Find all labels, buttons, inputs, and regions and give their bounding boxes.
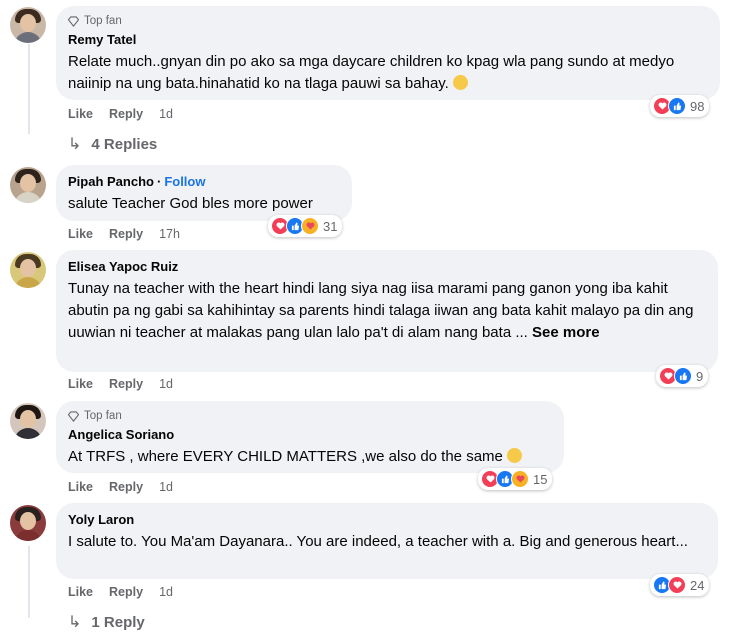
comment-actions: Like Reply 17h [68, 226, 180, 242]
avatar[interactable] [10, 167, 46, 203]
like-icon [668, 97, 686, 115]
reaction-count: 9 [696, 368, 704, 384]
avatar[interactable] [10, 7, 46, 43]
replies-label: 1 Reply [91, 613, 145, 631]
comment-bubble: Elisea Yapoc Ruiz Tunay na teacher with … [56, 250, 718, 372]
timestamp[interactable]: 1d [159, 107, 173, 121]
reply-arrow-icon: ↳ [68, 136, 82, 153]
reply-link[interactable]: Reply [109, 480, 143, 494]
commenter-name[interactable]: Pipah Pancho [68, 174, 154, 189]
timestamp[interactable]: 17h [159, 227, 180, 241]
comment-bubble: Yoly Laron I salute to. You Ma'am Dayana… [56, 503, 718, 579]
view-replies-link[interactable]: ↳ 1 Reply [68, 612, 145, 632]
top-fan-badge: Top fan [68, 14, 708, 28]
like-icon [674, 367, 692, 385]
reaction-summary[interactable]: 15 [478, 468, 553, 490]
comment-actions: Like Reply 1d [68, 479, 173, 495]
commenter-name-row: Pipah Pancho · Follow [68, 174, 206, 189]
reaction-count: 98 [690, 98, 705, 114]
care-icon [511, 470, 529, 488]
reply-link[interactable]: Reply [109, 107, 143, 121]
comment-text: salute Teacher God bles more power [68, 195, 313, 212]
smile-emoji-icon [507, 448, 523, 463]
timestamp[interactable]: 1d [159, 585, 173, 599]
top-fan-badge: Top fan [68, 409, 552, 423]
comment-actions: Like Reply 1d [68, 584, 173, 600]
timestamp[interactable]: 1d [159, 377, 173, 391]
comment-actions: Like Reply 1d [68, 106, 173, 122]
like-link[interactable]: Like [68, 377, 93, 391]
like-link[interactable]: Like [68, 480, 93, 494]
comment-bubble: Top fan Remy Tatel Relate much..gnyan di… [56, 6, 720, 100]
avatar[interactable] [10, 505, 46, 541]
diamond-icon [68, 15, 79, 27]
comment-bubble: Pipah Pancho · Follow salute Teacher God b… [56, 165, 352, 221]
reply-link[interactable]: Reply [109, 227, 143, 241]
replies-label: 4 Replies [91, 135, 158, 153]
love-icon [668, 576, 686, 594]
view-replies-link[interactable]: ↳ 4 Replies [68, 134, 157, 154]
like-link[interactable]: Like [68, 107, 93, 121]
reaction-summary[interactable]: 24 [650, 574, 710, 596]
comment-text: Relate much..gnyan din po ako sa mga day… [68, 53, 675, 92]
reply-link[interactable]: Reply [109, 585, 143, 599]
reply-arrow-icon: ↳ [68, 614, 82, 631]
comment-text: Tunay na teacher with the heart hindi la… [68, 280, 694, 341]
comment-text: At TRFS , where EVERY CHILD MATTERS ,we … [68, 446, 552, 468]
reaction-count: 15 [533, 471, 548, 487]
avatar[interactable] [10, 252, 46, 288]
like-link[interactable]: Like [68, 227, 93, 241]
reaction-summary[interactable]: 31 [268, 215, 343, 237]
timestamp[interactable]: 1d [159, 480, 173, 494]
commenter-name[interactable]: Elisea Yapoc Ruiz [68, 258, 706, 276]
like-link[interactable]: Like [68, 585, 93, 599]
thread-line [28, 546, 30, 618]
comment-bubble: Top fan Angelica Soriano At TRFS , where… [56, 401, 564, 473]
commenter-name[interactable]: Remy Tatel [68, 31, 708, 49]
commenter-name[interactable]: Yoly Laron [68, 511, 706, 529]
reaction-summary[interactable]: 98 [650, 95, 710, 117]
top-fan-label: Top fan [84, 410, 122, 422]
care-icon [301, 217, 319, 235]
reaction-count: 31 [323, 218, 338, 234]
comment-text: I salute to. You Ma'am Dayanara.. You ar… [68, 533, 688, 550]
reaction-count: 24 [690, 577, 705, 593]
grin-emoji-icon [453, 75, 469, 90]
thread-line [28, 44, 30, 134]
diamond-icon [68, 410, 79, 422]
follow-button[interactable]: Follow [164, 174, 205, 189]
reaction-summary[interactable]: 9 [656, 365, 709, 387]
avatar[interactable] [10, 403, 46, 439]
top-fan-label: Top fan [84, 15, 122, 27]
reply-link[interactable]: Reply [109, 377, 143, 391]
commenter-name[interactable]: Angelica Soriano [68, 426, 552, 444]
comment-actions: Like Reply 1d [68, 376, 173, 392]
see-more-link[interactable]: See more [532, 324, 600, 341]
